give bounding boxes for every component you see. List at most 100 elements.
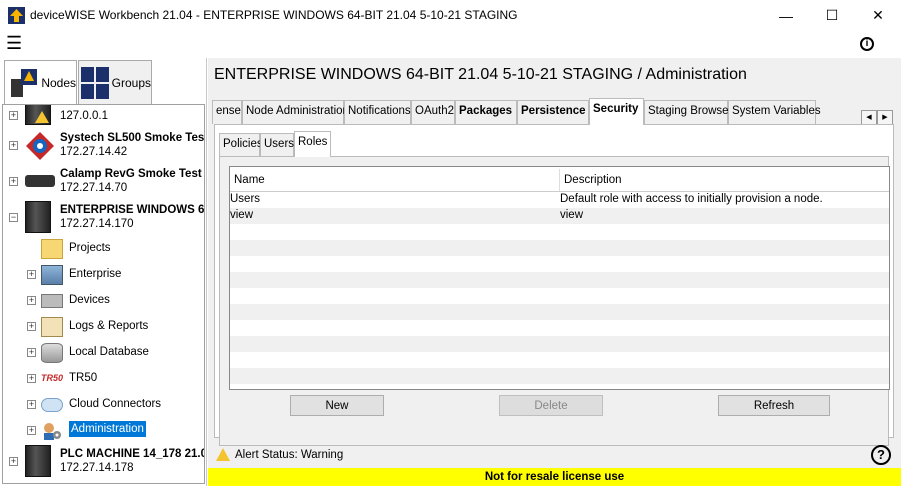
app-logo-icon <box>8 7 25 24</box>
expand-icon[interactable]: + <box>27 270 36 279</box>
tr50-icon: TR50 <box>41 373 64 383</box>
tab-persistence[interactable]: Persistence <box>517 100 589 124</box>
tree-node[interactable]: − ENTERPRISE WINDOWS 64 172.27.14.170 <box>3 201 205 235</box>
arrow-left-icon: ◀ <box>866 114 872 121</box>
arrow-right-icon: ▶ <box>882 114 888 121</box>
tree-node[interactable]: + Systech SL500 Smoke Tes 172.27.14.42 <box>3 129 204 163</box>
expand-icon[interactable]: + <box>9 111 18 120</box>
tab-licenses[interactable]: enses <box>212 100 242 124</box>
table-row[interactable]: Users Default role with access to initia… <box>230 192 889 208</box>
info-icon: i <box>865 38 869 49</box>
node-ip: 172.27.14.70 <box>60 182 128 194</box>
tree-node[interactable]: + 127.0.0.1 <box>3 105 204 127</box>
column-header-description[interactable]: Description <box>560 169 889 191</box>
subtab-users[interactable]: Users <box>260 133 294 156</box>
tree-node[interactable]: + Calamp RevG Smoke Test 172.27.14.70 <box>3 165 204 199</box>
database-icon <box>41 343 63 363</box>
nodes-icon <box>9 67 37 99</box>
security-panel: Policies Users Roles Name Description Us… <box>214 124 894 446</box>
table-row[interactable]: view view <box>230 208 889 224</box>
right-pane: ENTERPRISE WINDOWS 64-BIT 21.04 5-10-21 … <box>208 58 901 486</box>
expand-icon[interactable]: + <box>27 374 36 383</box>
tree-item-logs-reports[interactable]: + Logs & Reports <box>27 315 204 339</box>
node-ip: 172.27.14.178 <box>60 462 134 474</box>
title-bar: deviceWISE Workbench 21.04 - ENTERPRISE … <box>0 0 901 31</box>
page-title: ENTERPRISE WINDOWS 64-BIT 21.04 5-10-21 … <box>214 66 747 83</box>
delete-button[interactable]: Delete <box>499 395 603 416</box>
collapse-icon[interactable]: − <box>9 213 18 222</box>
warning-icon <box>216 448 230 461</box>
tab-notifications[interactable]: Notifications <box>344 100 411 124</box>
left-pane: Nodes Groups + 127.0.0.1 + Systech SL500… <box>0 58 207 486</box>
roles-panel: Name Description Users Default role with… <box>219 156 890 446</box>
new-button[interactable]: New <box>290 395 384 416</box>
node-ip: 127.0.0.1 <box>60 110 108 122</box>
expand-icon[interactable]: + <box>27 426 36 435</box>
tab-oauth2[interactable]: OAuth2 <box>411 100 455 124</box>
expand-icon[interactable]: + <box>9 141 18 150</box>
expand-icon[interactable]: + <box>9 457 18 466</box>
help-button[interactable]: ? <box>871 445 891 465</box>
license-banner: Not for resale license use <box>208 468 901 486</box>
tab-nodes[interactable]: Nodes <box>4 60 77 104</box>
help-icon: ? <box>877 447 885 462</box>
tree-item-projects[interactable]: Projects <box>29 237 204 261</box>
tree-item-enterprise[interactable]: + Enterprise <box>27 263 204 287</box>
hamburger-menu-icon[interactable]: ☰ <box>6 33 22 54</box>
tab-nodes-label: Nodes <box>41 75 76 90</box>
node-ip: 172.27.14.42 <box>60 146 128 158</box>
node-name: ENTERPRISE WINDOWS 64 <box>60 204 205 216</box>
folder-icon <box>41 239 63 259</box>
cell-name: view <box>230 209 254 221</box>
column-header-name[interactable]: Name <box>230 169 560 191</box>
tab-staging-browser[interactable]: Staging Browser <box>644 100 732 124</box>
admin-gear-icon <box>41 421 63 441</box>
maximize-button[interactable]: ☐ <box>809 0 855 31</box>
groups-icon <box>81 66 109 99</box>
menu-bar: ☰ i <box>0 31 901 58</box>
tab-groups-label: Groups <box>111 75 151 90</box>
calamp-device-icon <box>25 175 55 187</box>
expand-icon[interactable]: + <box>27 348 36 357</box>
close-icon: ✕ <box>872 7 884 23</box>
alert-status: Alert Status: Warning <box>235 449 344 461</box>
minimize-button[interactable]: — <box>763 0 809 31</box>
window-title: deviceWISE Workbench 21.04 - ENTERPRISE … <box>30 8 518 22</box>
expand-icon[interactable]: + <box>27 322 36 331</box>
expand-icon[interactable]: + <box>9 177 18 186</box>
subtab-policies[interactable]: Policies <box>219 133 263 156</box>
tab-system-variables[interactable]: System Variables <box>728 100 821 124</box>
expand-icon[interactable]: + <box>27 400 36 409</box>
tree-item-local-database[interactable]: + Local Database <box>27 341 204 365</box>
tab-groups[interactable]: Groups <box>78 60 152 104</box>
node-name: PLC MACHINE 14_178 21.0 <box>60 448 205 460</box>
node-name: Calamp RevG Smoke Test <box>60 168 202 180</box>
logs-icon <box>41 317 63 337</box>
info-button[interactable]: i <box>860 37 874 51</box>
warning-icon <box>35 111 49 123</box>
tree-item-devices[interactable]: + Devices <box>27 289 204 313</box>
tree-node[interactable]: + PLC MACHINE 14_178 21.0 172.27.14.178 <box>3 443 205 479</box>
minimize-icon: — <box>779 7 793 24</box>
tree-item-tr50[interactable]: + TR50 TR50 <box>27 367 204 391</box>
maximize-icon: ☐ <box>825 7 839 23</box>
server-icon <box>25 201 51 233</box>
roles-table[interactable]: Name Description Users Default role with… <box>229 166 890 390</box>
node-tree: + 127.0.0.1 + Systech SL500 Smoke Tes 17… <box>2 104 205 484</box>
cell-name: Users <box>230 193 261 205</box>
enterprise-icon <box>41 265 63 285</box>
close-button[interactable]: ✕ <box>855 0 901 31</box>
expand-icon[interactable]: + <box>27 296 36 305</box>
tab-packages[interactable]: Packages <box>455 100 517 124</box>
tree-item-administration[interactable]: + Administration <box>27 419 204 443</box>
systech-device-icon <box>25 131 55 161</box>
cloud-icon <box>41 398 63 412</box>
subtab-roles[interactable]: Roles <box>294 131 331 157</box>
cell-description: Default role with access to initially pr… <box>560 193 823 205</box>
tab-security[interactable]: Security <box>589 98 644 125</box>
tree-item-cloud-connectors[interactable]: + Cloud Connectors <box>27 393 204 417</box>
tab-node-administration[interactable]: Node Administration <box>242 100 349 124</box>
server-icon <box>25 445 51 477</box>
refresh-button[interactable]: Refresh <box>718 395 830 416</box>
devices-icon <box>41 294 63 308</box>
